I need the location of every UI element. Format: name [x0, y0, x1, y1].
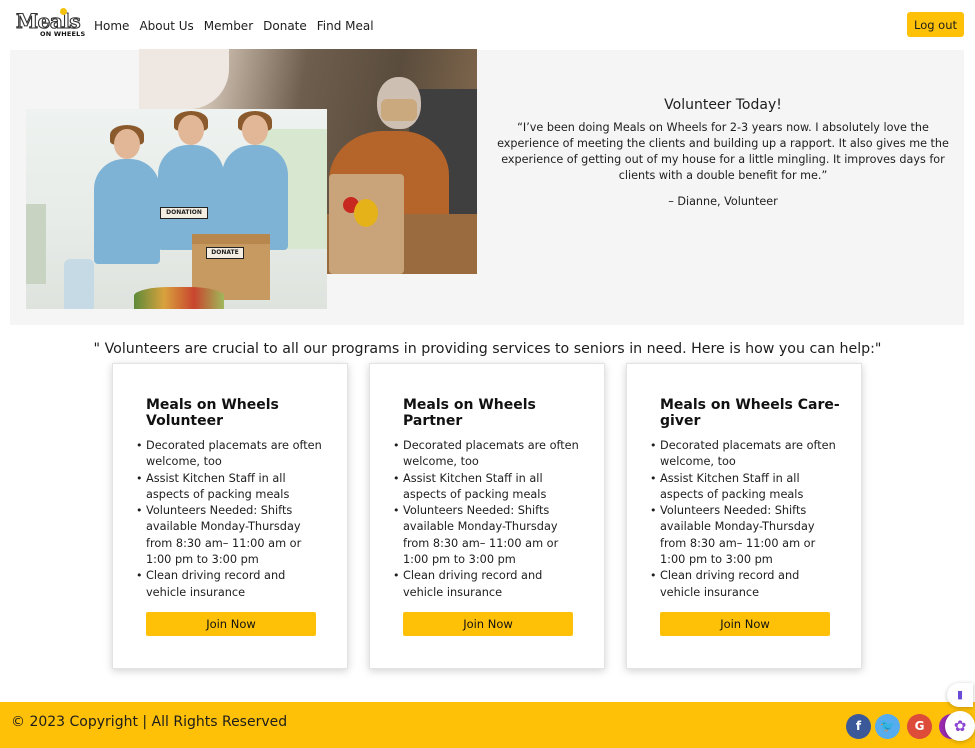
reader-extension-icon[interactable]: ▮ — [947, 683, 973, 707]
list-item: Decorated placemats are often welcome, t… — [650, 438, 840, 471]
card-list: Decorated placemats are often welcome, t… — [650, 438, 840, 601]
card-title: Meals on Wheels Care-giver — [660, 397, 840, 429]
photo-donate-label: DONATE — [206, 247, 244, 259]
nav-links: Home About Us Member Donate Find Meal — [94, 19, 374, 33]
photo-shelf — [26, 204, 46, 284]
card-title: Meals on Wheels Volunteer — [146, 397, 279, 429]
nav-link-about-us[interactable]: About Us — [139, 19, 193, 33]
facebook-icon[interactable]: f — [846, 714, 871, 739]
card-list: Decorated placemats are often welcome, t… — [393, 438, 583, 601]
google-icon[interactable]: G — [907, 714, 932, 739]
list-item: Clean driving record and vehicle insuran… — [136, 568, 326, 601]
twitter-icon[interactable]: 🐦 — [875, 714, 900, 739]
testimonial-quote: “I’ve been doing Meals on Wheels for 2-3… — [497, 121, 949, 182]
list-item: Volunteers Needed: Shifts available Mond… — [393, 503, 583, 568]
testimonial: Volunteer Today! “I’ve been doing Meals … — [497, 97, 949, 208]
testimonial-author: – Dianne, Volunteer — [668, 195, 778, 208]
photo-mask — [381, 99, 417, 121]
copyright-text: © 2023 Copyright | All Rights Reserved — [11, 714, 288, 730]
list-item: Decorated placemats are often welcome, t… — [393, 438, 583, 471]
photo-bottles — [64, 259, 94, 309]
nav-link-member[interactable]: Member — [204, 19, 253, 33]
volunteer-intro: " Volunteers are crucial to all our prog… — [93, 341, 882, 357]
volunteer-heading: Volunteer Today! — [664, 97, 782, 113]
logo-dot — [60, 8, 67, 15]
list-item: Clean driving record and vehicle insuran… — [650, 568, 840, 601]
card-partner: Meals on Wheels Partner Decorated placem… — [369, 363, 605, 669]
list-item: Decorated placemats are often welcome, t… — [136, 438, 326, 471]
top-navbar: Meals ON WHEELS Home About Us Member Don… — [0, 0, 975, 50]
join-now-button-volunteer[interactable]: Join Now — [146, 612, 316, 636]
assistant-extension-icon[interactable]: ✿ — [945, 711, 975, 741]
meals-on-wheels-logo[interactable]: Meals ON WHEELS — [14, 8, 85, 40]
photo-arm — [139, 49, 229, 109]
join-now-button-partner[interactable]: Join Now — [403, 612, 573, 636]
card-list: Decorated placemats are often welcome, t… — [136, 438, 326, 601]
photo-volunteer-center — [156, 111, 226, 250]
nav-link-donate[interactable]: Donate — [263, 19, 307, 33]
list-item: Clean driving record and vehicle insuran… — [393, 568, 583, 601]
list-item: Assist Kitchen Staff in all aspects of p… — [136, 471, 326, 504]
volunteers-photo: DONATION DONATE — [26, 109, 327, 309]
list-item: Volunteers Needed: Shifts available Mond… — [650, 503, 840, 568]
photo-vegetables — [134, 287, 224, 309]
card-title: Meals on Wheels Partner — [403, 397, 536, 429]
card-volunteer: Meals on Wheels Volunteer Decorated plac… — [112, 363, 348, 669]
nav-link-find-meal[interactable]: Find Meal — [317, 19, 374, 33]
footer: © 2023 Copyright | All Rights Reserved f… — [0, 702, 975, 748]
photo-volunteer-left — [92, 125, 162, 264]
logo-subtitle: ON WHEELS — [40, 30, 86, 38]
card-caregiver: Meals on Wheels Care-giver Decorated pla… — [626, 363, 862, 669]
photo-donation-sign: DONATION — [160, 207, 208, 219]
nav-link-home[interactable]: Home — [94, 19, 129, 33]
photo-volunteer-right — [220, 111, 290, 250]
list-item: Assist Kitchen Staff in all aspects of p… — [393, 471, 583, 504]
join-now-button-caregiver[interactable]: Join Now — [660, 612, 830, 636]
logout-button[interactable]: Log out — [907, 12, 964, 37]
list-item: Assist Kitchen Staff in all aspects of p… — [650, 471, 840, 504]
list-item: Volunteers Needed: Shifts available Mond… — [136, 503, 326, 568]
photo-pepper — [354, 199, 378, 227]
